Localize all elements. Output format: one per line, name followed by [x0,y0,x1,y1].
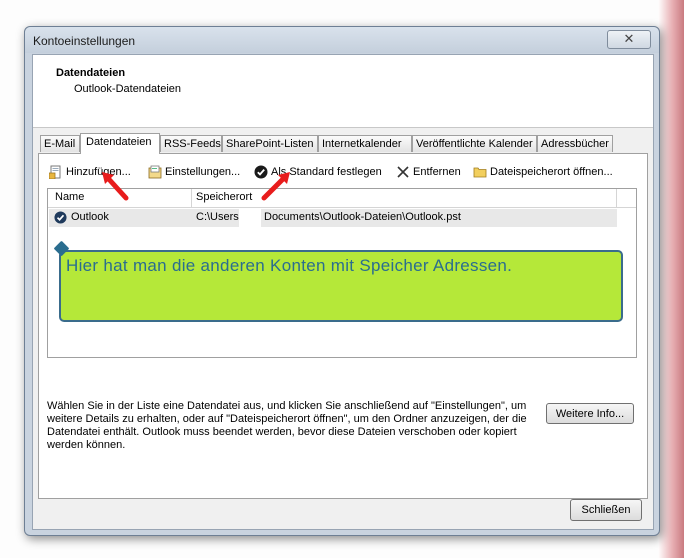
data-files-list[interactable]: Name Speicherort Outlook C:\Users Docume… [47,188,637,358]
red-arrow-icon [261,172,290,201]
default-check-icon [54,211,67,224]
tab-e-mail[interactable]: E-Mail [40,135,80,152]
close-button[interactable]: Schließen [570,499,642,521]
open-location-button[interactable]: Dateispeicherort öffnen... [473,163,613,181]
remove-x-icon [396,165,410,179]
title-bar: Kontoeinstellungen ✕ [25,27,659,53]
account-settings-dialog: Kontoeinstellungen ✕ Datendateien Outloo… [24,26,660,536]
settings-button[interactable]: Einstellungen... [148,163,240,181]
list-header: Name Speicherort [48,189,636,208]
open-location-button-label: Dateispeicherort öffnen... [490,166,613,178]
column-header-name[interactable]: Name [55,191,84,203]
tab-sharepoint-listen[interactable]: SharePoint-Listen [222,135,318,152]
tab-internetkalender[interactable]: Internetkalender [318,135,412,152]
annotation-callout: Hier hat man die anderen Konten mit Spei… [53,240,623,322]
background-edge [658,0,684,558]
row-name: Outlook [71,211,109,223]
tab-datendateien[interactable]: Datendateien [80,133,160,154]
more-info-button[interactable]: Weitere Info... [546,403,634,424]
callout-marker [53,240,70,257]
remove-button-label: Entfernen [413,166,461,178]
redaction-block [239,209,261,227]
column-divider[interactable] [616,189,617,207]
header-subtitle: Outlook-Datendateien [74,83,182,95]
folder-icon [473,165,487,179]
row-location-start: C:\Users [196,211,239,223]
close-window-button[interactable]: ✕ [607,30,651,49]
row-location-end: Documents\Outlook-Dateien\Outlook.pst [264,211,461,223]
header-title: Datendateien [56,67,126,79]
remove-button[interactable]: Entfernen [396,163,461,181]
window-title: Kontoeinstellungen [33,34,136,48]
column-header-location[interactable]: Speicherort [196,191,252,203]
column-divider[interactable] [191,189,192,207]
tab-veroeffentlichte-kalender[interactable]: Veröffentlichte Kalender [412,135,537,152]
header-panel: Datendateien Outlook-Datendateien [33,55,653,128]
settings-file-icon [148,165,162,179]
settings-button-label: Einstellungen... [165,166,241,178]
add-file-icon [48,165,63,180]
tab-adressbuecher[interactable]: Adressbücher [537,135,613,152]
dialog-client-area: Datendateien Outlook-Datendateien E-Mail… [32,54,654,530]
red-arrow-icon [102,172,129,201]
tab-rss-feeds[interactable]: RSS-Feeds [160,135,222,152]
description-text: Wählen Sie in der Liste eine Datendatei … [47,400,527,451]
list-row[interactable]: Outlook C:\Users Documents\Outlook-Datei… [49,209,617,227]
tab-panel-datendateien: Hinzufügen... Einstellungen... Als Stand… [38,153,648,499]
annotation-text: Hier hat man die anderen Konten mit Spei… [66,256,513,275]
